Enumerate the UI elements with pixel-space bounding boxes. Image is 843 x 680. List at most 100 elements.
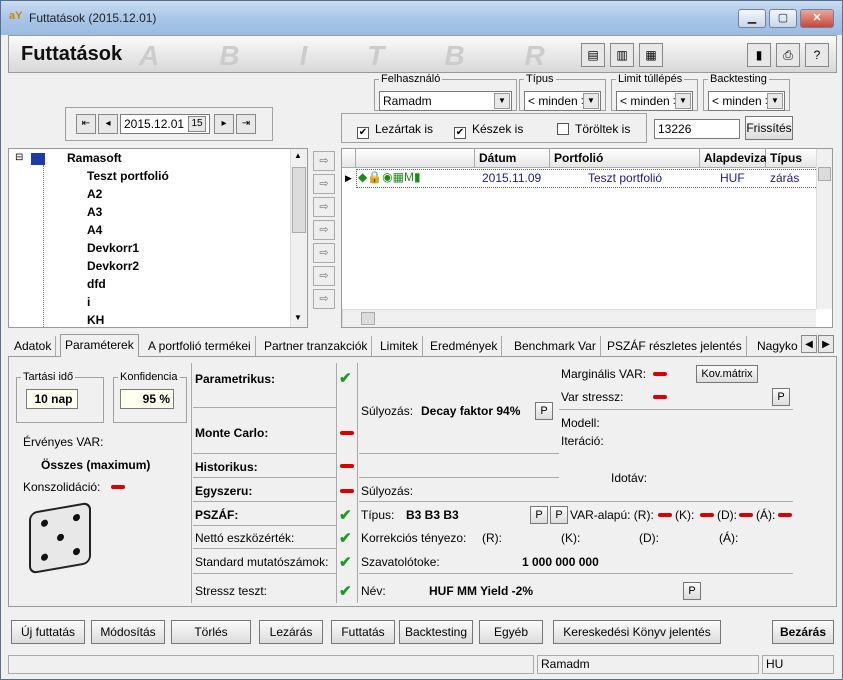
closed-checkbox[interactable]: ✔ Lezártak is bbox=[357, 122, 433, 139]
portfolio-column-header[interactable]: Portfolió bbox=[550, 149, 700, 168]
help-icon[interactable]: ? bbox=[805, 43, 829, 67]
holding-period-value[interactable]: 10 nap bbox=[26, 389, 78, 409]
cov-matrix-button[interactable]: Kov.mátrix bbox=[696, 365, 758, 383]
type-p2-button[interactable]: P bbox=[550, 506, 568, 524]
tree-item[interactable]: Teszt portfolió bbox=[87, 169, 169, 183]
tree-root[interactable]: Ramasoft bbox=[67, 151, 122, 165]
arrow-icon[interactable]: ⇨ bbox=[313, 174, 335, 194]
layout-3-icon[interactable]: ▦ bbox=[639, 43, 663, 67]
new-run-button[interactable]: Új futtatás bbox=[11, 620, 85, 644]
tree-item[interactable]: dfd bbox=[87, 277, 106, 291]
marginal-var-label: Marginális VAR: bbox=[561, 367, 647, 381]
run-button[interactable]: Futtatás bbox=[331, 620, 395, 644]
portfolio-tree[interactable]: ⊟ Ramasoft Teszt portfolió A2 A3 A4 Devk… bbox=[8, 148, 308, 328]
last-date-icon[interactable]: ⇥ bbox=[236, 114, 256, 134]
type-select[interactable]: < minden > ▼ bbox=[524, 91, 601, 111]
var-stress-p-button[interactable]: P bbox=[772, 388, 790, 406]
type-p-button[interactable]: P bbox=[530, 506, 548, 524]
modify-button[interactable]: Módosítás bbox=[91, 620, 165, 644]
next-date-icon[interactable]: ▸ bbox=[214, 114, 234, 134]
layout-2-icon[interactable]: ▥ bbox=[610, 43, 634, 67]
arrow-icon[interactable]: ⇨ bbox=[313, 197, 335, 217]
scroll-down-icon[interactable]: ▼ bbox=[294, 313, 302, 322]
scroll-up-icon[interactable]: ▲ bbox=[294, 151, 302, 160]
grid-scrollbar[interactable] bbox=[816, 149, 832, 309]
weighting-value: Decay faktor 94% bbox=[421, 404, 521, 418]
confidence-value[interactable]: 95 % bbox=[120, 389, 174, 409]
tab-benchmark-var[interactable]: Benchmark Var bbox=[510, 336, 601, 356]
close-button[interactable]: ✕ bbox=[800, 9, 834, 28]
stress-p-button[interactable]: P bbox=[683, 582, 701, 600]
tree-item[interactable]: Devkorr2 bbox=[87, 259, 139, 273]
type-filter: Típus < minden > ▼ bbox=[519, 73, 606, 111]
tree-scrollbar[interactable]: ▲ ▼ bbox=[290, 149, 307, 327]
trading-book-report-button[interactable]: Kereskedési Könyv jelentés bbox=[553, 620, 721, 644]
capital-value: 1 000 000 000 bbox=[522, 555, 599, 569]
tab-adatok[interactable]: Adatok bbox=[10, 336, 57, 356]
limit-select[interactable]: < minden > ▼ bbox=[616, 91, 693, 111]
confidence-group: Konfidencia 95 % bbox=[113, 371, 187, 423]
tab-nagyko[interactable]: Nagyko bbox=[753, 336, 801, 356]
backtest-select[interactable]: < minden > ▼ bbox=[708, 91, 785, 111]
check-icon: ✔ bbox=[454, 127, 466, 139]
page-title: Futtatások bbox=[21, 43, 123, 65]
arrow-icon[interactable]: ⇨ bbox=[313, 243, 335, 263]
runs-grid[interactable]: Dátum Portfolió Alapdeviza Típus ▶ ◆🔒◉▦M… bbox=[341, 148, 833, 328]
weighting-p-button[interactable]: P bbox=[535, 402, 553, 420]
tab-scroll-left-icon[interactable]: ◀ bbox=[801, 335, 817, 353]
deleted-checkbox[interactable]: Töröltek is bbox=[557, 122, 630, 136]
grid-corner bbox=[342, 149, 356, 168]
date-column-header[interactable]: Dátum bbox=[475, 149, 550, 168]
tree-item[interactable]: i bbox=[87, 295, 90, 309]
backtesting-button[interactable]: Backtesting bbox=[399, 620, 473, 644]
confidence-label: Konfidencia bbox=[120, 371, 178, 383]
arrow-icon[interactable]: ⇨ bbox=[313, 151, 335, 171]
consolidation-label: Konszolidáció: bbox=[23, 480, 101, 494]
tab-portfolio-products[interactable]: A portfolió termékei bbox=[144, 336, 256, 356]
scroll-thumb[interactable] bbox=[818, 167, 831, 181]
error-dash-icon bbox=[700, 513, 714, 517]
arrow-icon[interactable]: ⇨ bbox=[313, 220, 335, 240]
calendar-icon[interactable]: 15 bbox=[188, 116, 206, 132]
first-date-icon[interactable]: ⇤ bbox=[76, 114, 96, 134]
divider bbox=[359, 573, 793, 574]
tree-item[interactable]: Devkorr1 bbox=[87, 241, 139, 255]
maximize-button[interactable]: ▢ bbox=[769, 9, 797, 28]
report-icon[interactable]: ▮ bbox=[747, 43, 771, 67]
exit-button[interactable]: Bezárás bbox=[772, 620, 834, 644]
ready-checkbox[interactable]: ✔ Készek is bbox=[454, 122, 523, 139]
other-button[interactable]: Egyéb bbox=[479, 620, 543, 644]
header-bar: Futtatások ABITBR ▤ ▥ ▦ ▮ ⎙ ? bbox=[8, 35, 837, 73]
tab-limits[interactable]: Limitek bbox=[376, 336, 424, 356]
refresh-button[interactable]: Frissítés bbox=[745, 116, 793, 140]
collapse-icon[interactable]: ⊟ bbox=[15, 152, 23, 163]
tab-results[interactable]: Eredmények bbox=[426, 336, 503, 356]
run-id-input[interactable]: 13226 bbox=[654, 119, 740, 139]
tab-parameterek[interactable]: Paraméterek bbox=[60, 334, 139, 357]
table-row[interactable] bbox=[356, 169, 818, 188]
tree-item[interactable]: A2 bbox=[87, 187, 102, 201]
tab-scroll-right-icon[interactable]: ▶ bbox=[818, 335, 834, 353]
tab-partner-transactions[interactable]: Partner tranzakciók bbox=[260, 336, 373, 356]
currency-column-header[interactable]: Alapdeviza bbox=[700, 149, 767, 168]
tab-pszaf-report[interactable]: PSZÁF részletes jelentés bbox=[603, 336, 747, 356]
tree-item[interactable]: A3 bbox=[87, 205, 102, 219]
close-run-button[interactable]: Lezárás bbox=[259, 620, 323, 644]
minimize-button[interactable]: ▁ bbox=[738, 9, 766, 28]
weighting-label: Súlyozás: bbox=[361, 404, 414, 418]
type-column-header[interactable]: Típus bbox=[766, 149, 818, 168]
delete-button[interactable]: Törlés bbox=[171, 620, 251, 644]
arrow-icon[interactable]: ⇨ bbox=[313, 266, 335, 286]
tree-item[interactable]: KH bbox=[87, 313, 104, 327]
tree-item[interactable]: A4 bbox=[87, 223, 102, 237]
user-select[interactable]: Ramadm ▼ bbox=[379, 91, 512, 111]
scroll-thumb[interactable] bbox=[292, 167, 306, 233]
grid-hscrollbar[interactable] bbox=[342, 309, 816, 327]
holding-period-label: Tartási idő bbox=[23, 371, 74, 383]
var-based-label: VAR-alapú: (R): bbox=[570, 508, 654, 522]
layout-1-icon[interactable]: ▤ bbox=[581, 43, 605, 67]
arrow-icon[interactable]: ⇨ bbox=[313, 289, 335, 309]
prev-date-icon[interactable]: ◂ bbox=[98, 114, 118, 134]
scroll-thumb[interactable] bbox=[361, 312, 375, 325]
print-icon[interactable]: ⎙ bbox=[776, 43, 800, 67]
